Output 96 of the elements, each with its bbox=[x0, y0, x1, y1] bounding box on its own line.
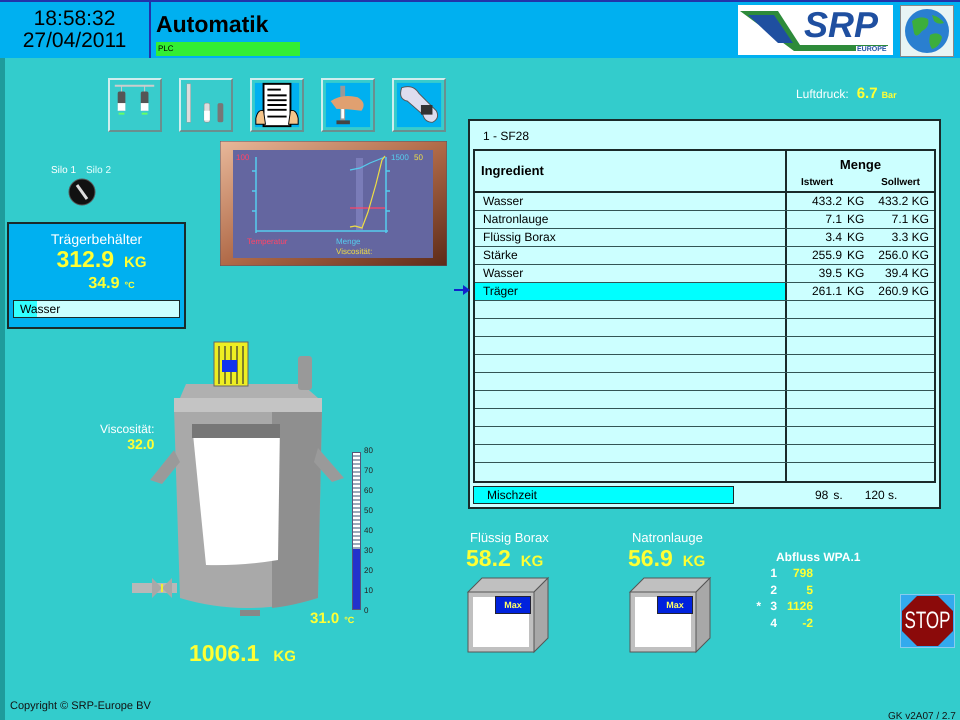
weight-value: 1006.1 bbox=[189, 639, 260, 668]
axis-max-label: 100 bbox=[236, 153, 250, 162]
scale-label: 10 bbox=[364, 586, 373, 596]
scale-label: 70 bbox=[364, 466, 373, 476]
temperature-unit: °C bbox=[344, 614, 354, 627]
table-cell: KG bbox=[847, 247, 865, 264]
pressure-value: 6.7 bbox=[856, 84, 878, 104]
arrow-icon bbox=[454, 285, 470, 295]
table-cell: Stärke bbox=[475, 247, 787, 264]
drain-number: 3 bbox=[769, 598, 777, 614]
viscosity-value: 32.0 bbox=[127, 436, 154, 452]
scale-label: 60 bbox=[364, 486, 373, 496]
column-subheader: Sollwert bbox=[881, 176, 920, 190]
table-cell: Träger bbox=[475, 283, 787, 300]
selector-knob[interactable] bbox=[68, 178, 96, 206]
drain-number: 2 bbox=[769, 582, 777, 598]
weight-value: 312.9 bbox=[56, 247, 114, 271]
table-cell-text: 255.9 bbox=[810, 247, 842, 264]
clock-date: 27/04/2011 bbox=[22, 30, 126, 52]
legend-label: Viscosität: bbox=[336, 247, 372, 256]
column-subheader: Istwert bbox=[801, 176, 834, 190]
scale-label: 30 bbox=[364, 546, 373, 556]
panel-title: Trägerbehälter bbox=[50, 231, 142, 247]
temperature-unit: °C bbox=[124, 279, 135, 292]
silo-option[interactable]: Silo 1 bbox=[51, 163, 76, 178]
active-marker: * bbox=[755, 598, 761, 614]
scale-label: 0 bbox=[364, 606, 370, 616]
drain-value: 798 bbox=[792, 565, 813, 581]
scale-label: 40 bbox=[364, 526, 373, 536]
toolbar-button[interactable] bbox=[250, 78, 304, 132]
table-cell-text: 7.1 KG bbox=[890, 211, 929, 228]
table-cell: Flüssig Borax bbox=[475, 229, 787, 246]
legend-label: Menge bbox=[336, 237, 360, 246]
table-cell-text: 261.1 bbox=[810, 283, 842, 300]
table-cell-text: 3.4 bbox=[824, 229, 842, 246]
table-cell: KG bbox=[847, 193, 865, 210]
table-cell: Wasser bbox=[475, 193, 787, 210]
viscosity-label: Viscosität: bbox=[100, 422, 154, 436]
clock-time: 18:58:32 bbox=[34, 8, 116, 30]
table-cell-text: 98 bbox=[815, 487, 828, 504]
scale-label: 80 bbox=[364, 446, 373, 456]
table-cell-text: 7.1 bbox=[824, 211, 842, 228]
table-cell-text: 260.9 KG bbox=[877, 283, 929, 300]
swoosh-icon bbox=[740, 11, 888, 51]
logo-text: SRP bbox=[804, 7, 878, 43]
container-label: Natronlauge bbox=[632, 530, 703, 546]
drain-value: 1126 bbox=[786, 598, 813, 614]
table-cell-text: 39.5 bbox=[818, 265, 842, 282]
scale-label: 50 bbox=[364, 506, 373, 516]
table-cell-text: 433.2 KG bbox=[877, 193, 929, 210]
table-cell-text: 433.2 bbox=[810, 193, 842, 210]
table-cell: KG bbox=[847, 229, 865, 246]
globe-icon bbox=[900, 5, 954, 57]
drain-title: Abfluss WPA.1 bbox=[776, 549, 860, 565]
weight-value: 56.9 bbox=[628, 546, 673, 570]
recipe-title: 1 - SF28 bbox=[482, 128, 530, 145]
table-cell: KG bbox=[847, 211, 865, 228]
column-header: Ingredient bbox=[475, 151, 787, 191]
container-label: Flüssig Borax bbox=[470, 530, 549, 546]
table-cell: Natronlauge bbox=[475, 211, 787, 228]
plc-status-bar: PLC bbox=[156, 42, 300, 56]
weight-unit: KG bbox=[273, 647, 296, 667]
weight-unit: KG bbox=[520, 552, 544, 572]
stop-button[interactable]: STOP bbox=[900, 594, 955, 648]
max-indicator: Max bbox=[657, 596, 693, 614]
temperature-value: 31.0 bbox=[310, 609, 340, 629]
axis-max-label: 50 bbox=[414, 153, 423, 162]
temperature-value: 34.9 bbox=[88, 275, 120, 293]
pressure-unit: Bar bbox=[882, 89, 897, 102]
screen-title: Automatik bbox=[156, 11, 270, 37]
axis-max-label: 1500 bbox=[391, 153, 409, 162]
table-cell-text: 120 s. bbox=[864, 487, 898, 504]
toolbar-button[interactable] bbox=[108, 78, 162, 132]
drain-value: 5 bbox=[805, 582, 813, 598]
column-header: Menge bbox=[840, 157, 882, 173]
table-cell: KG bbox=[847, 283, 865, 300]
drain-value: -2 bbox=[801, 614, 813, 630]
table-cell-text: 3.3 KG bbox=[890, 229, 929, 246]
drain-number: 1 bbox=[769, 565, 777, 581]
drain-number: 4 bbox=[769, 614, 777, 630]
weight-unit: KG bbox=[124, 253, 147, 273]
copyright-text: Copyright © SRP-Europe BV bbox=[10, 699, 151, 714]
table-cell-text: 256.0 KG bbox=[877, 247, 929, 264]
silo-option[interactable]: Silo 2 bbox=[86, 163, 112, 178]
mixing-time-field: Mischzeit bbox=[473, 486, 734, 504]
max-indicator: Max bbox=[495, 596, 531, 614]
pressure-label: Luftdruck: bbox=[796, 86, 849, 103]
weight-value: 58.2 bbox=[466, 546, 511, 570]
legend-label: Temperatur bbox=[247, 237, 288, 246]
table-cell-text: 39.4 KG bbox=[884, 265, 929, 282]
toolbar-button[interactable] bbox=[392, 78, 446, 132]
table-cell: KG bbox=[847, 265, 865, 282]
scale-label: 20 bbox=[364, 566, 373, 576]
table-cell-text: s. bbox=[833, 487, 843, 504]
weight-unit: KG bbox=[682, 552, 706, 572]
version-text: GK v2A07 / 2.7 bbox=[888, 710, 956, 720]
